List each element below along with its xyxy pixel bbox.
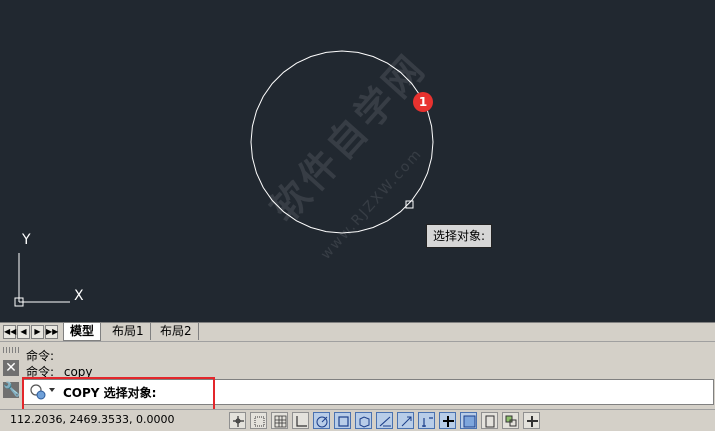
last-tab-button[interactable]: ▶▶ <box>45 325 58 339</box>
first-tab-button[interactable]: ◀◀ <box>3 325 16 339</box>
next-tab-button[interactable]: ▶ <box>31 325 44 339</box>
close-icon[interactable]: ✕ <box>3 360 19 376</box>
ucs-x-label: X <box>74 288 84 304</box>
3d-osnap-toggle[interactable] <box>355 412 372 429</box>
annotation-monitor-icon <box>527 416 538 427</box>
ducs-icon <box>401 416 412 427</box>
highlight-box <box>22 377 215 411</box>
polar-toggle[interactable] <box>313 412 330 429</box>
tab-model[interactable]: 模型 <box>63 323 102 341</box>
otrack-icon <box>379 416 391 427</box>
osnap-toggle[interactable] <box>334 412 351 429</box>
tab-layout1[interactable]: 布局1 <box>106 323 151 340</box>
infer-constraints-icon <box>233 416 244 427</box>
transparency-toggle[interactable] <box>460 412 477 429</box>
ducs-toggle[interactable] <box>397 412 414 429</box>
quick-properties-toggle[interactable] <box>481 412 498 429</box>
dyn-toggle[interactable] <box>418 412 435 429</box>
coordinate-readout: 112.2036, 2469.3533, 0.0000 <box>10 413 175 426</box>
polar-icon <box>316 416 328 428</box>
dyn-icon <box>422 417 433 427</box>
prev-tab-button[interactable]: ◀ <box>17 325 30 339</box>
osnap-icon <box>338 416 349 427</box>
drag-grip-icon[interactable] <box>3 347 19 353</box>
selection-cycling-toggle[interactable] <box>502 412 519 429</box>
otrack-toggle[interactable] <box>376 412 393 429</box>
ucs-y-label: Y <box>22 232 31 248</box>
ortho-toggle[interactable] <box>292 412 309 429</box>
ortho-icon <box>296 416 307 427</box>
cursor-tooltip: 选择对象: <box>426 224 493 248</box>
transparency-icon <box>463 415 476 428</box>
drawing-area[interactable]: Y X 软件自学网 www.RJZXW.com 1 选择对象: <box>0 0 715 322</box>
3d-osnap-icon <box>359 416 370 428</box>
history-line-1: 命令: <box>26 349 55 363</box>
selection-cycling-icon <box>505 415 517 427</box>
wrench-icon[interactable]: 🔧 <box>3 382 20 398</box>
ucs-icon <box>14 253 70 307</box>
grid-icon <box>274 415 287 428</box>
quick-properties-icon <box>485 415 495 428</box>
lineweight-icon <box>443 416 454 427</box>
step-marker-badge: 1 <box>413 92 433 112</box>
grid-toggle[interactable] <box>271 412 288 429</box>
annotation-monitor-toggle[interactable] <box>523 412 540 429</box>
lineweight-toggle[interactable] <box>439 412 456 429</box>
tab-layout2[interactable]: 布局2 <box>154 323 199 340</box>
status-bar: 112.2036, 2469.3533, 0.0000 <box>0 409 715 431</box>
layout-tab-bar: ◀◀ ◀ ▶ ▶▶ 模型 布局1 布局2 <box>0 322 715 341</box>
snap-toggle[interactable] <box>250 412 267 429</box>
infer-constraints-toggle[interactable] <box>229 412 246 429</box>
snap-icon <box>254 416 265 427</box>
